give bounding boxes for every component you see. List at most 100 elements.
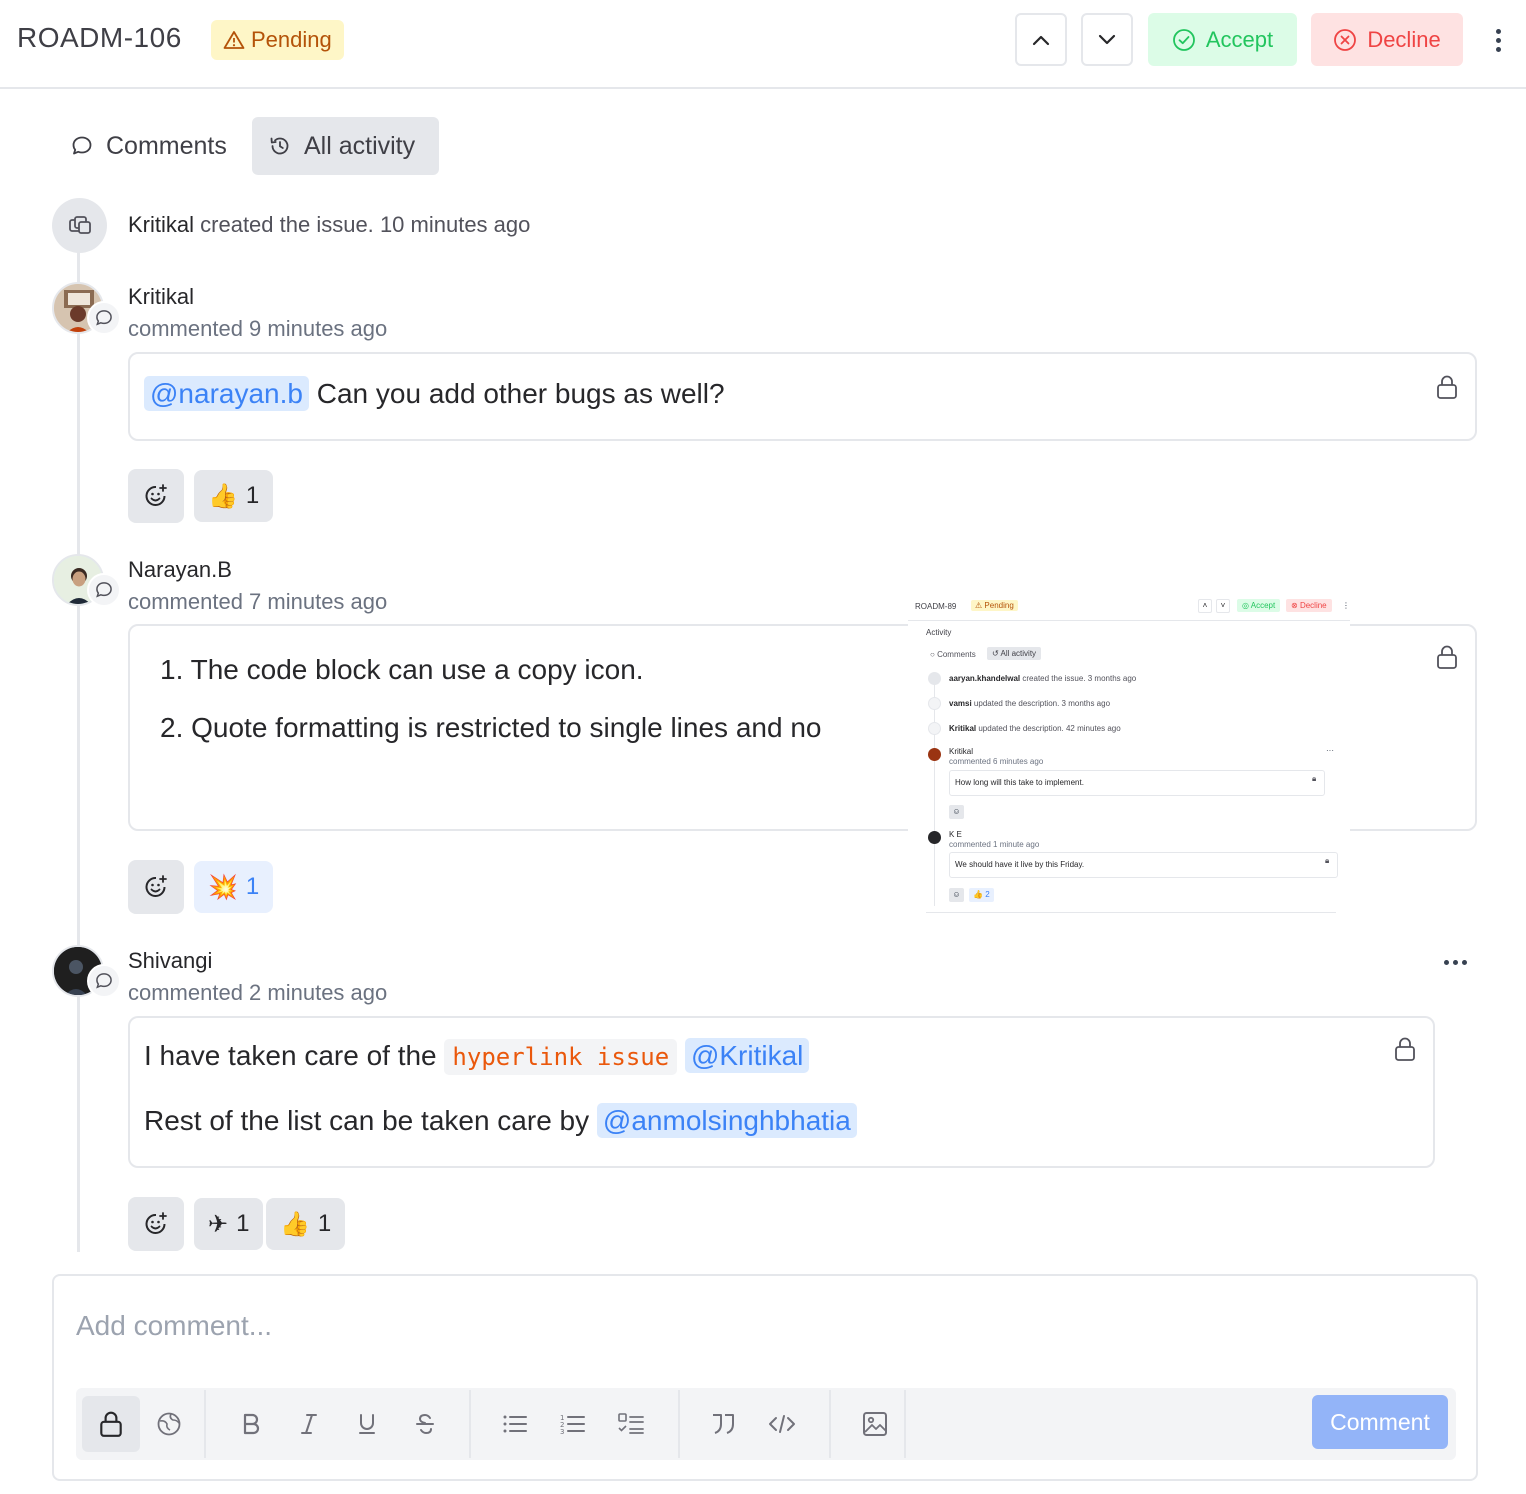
embed-chevron-down-icon: ˅ — [1216, 599, 1230, 613]
embed-entry: aaryan.khandelwal created the issue. 3 m… — [949, 674, 1137, 683]
decline-label: Decline — [1367, 26, 1441, 52]
embedded-screenshot: ROADM-89 ⚠ Pending ˄ ˅ ◎ Accept ⊗ Declin… — [908, 596, 1350, 922]
numbered-list-icon[interactable]: 123 — [544, 1396, 602, 1452]
quote-icon[interactable] — [695, 1396, 753, 1452]
bold-icon[interactable] — [222, 1396, 280, 1452]
add-reaction-button[interactable] — [128, 1197, 184, 1251]
accept-button[interactable]: Accept — [1148, 13, 1297, 66]
inline-code: hyperlink issue — [444, 1039, 678, 1075]
status-badge: Pending — [211, 20, 344, 60]
previous-issue-button[interactable] — [1015, 13, 1067, 66]
embed-section-title: Activity — [926, 628, 952, 637]
emoji-add-icon — [145, 875, 167, 897]
layers-icon — [68, 215, 91, 234]
comment-composer: Add comment... 1 2 3 Comment — [52, 1274, 1478, 1481]
text-style-group — [222, 1388, 454, 1460]
embed-comment-body: How long will this take to implement. 🔒︎ — [949, 770, 1325, 796]
embed-chevron-up-icon: ˄ — [1198, 599, 1212, 613]
media-group — [846, 1388, 904, 1460]
reaction-count: 1 — [245, 482, 260, 509]
comment-badge-icon — [87, 964, 121, 998]
comment-line: Rest of the list can be taken care by @a… — [144, 1103, 857, 1138]
reaction-chip[interactable]: 💥 1 — [194, 861, 274, 913]
timeline-line — [77, 250, 80, 1252]
comment-message: Can you add other bugs as well? — [316, 378, 725, 409]
submit-comment-button[interactable]: Comment — [1312, 1395, 1448, 1449]
mention-chip[interactable]: @Kritikal — [684, 1038, 810, 1073]
next-issue-button[interactable] — [1081, 13, 1133, 66]
mention-chip[interactable]: @anmolsinghbhatia — [596, 1103, 857, 1138]
reaction-emoji: ✈ — [208, 1210, 229, 1238]
comment-meta: commented 2 minutes ago — [128, 980, 388, 1005]
mention-chip[interactable]: @narayan.b — [144, 376, 309, 411]
comment-more-button[interactable] — [1444, 960, 1467, 965]
embed-divider — [908, 620, 1350, 621]
svg-text:3: 3 — [560, 1428, 564, 1435]
embed-avatar — [928, 831, 941, 844]
reaction-chip[interactable]: ✈ 1 — [194, 1198, 264, 1250]
lock-icon[interactable] — [1436, 374, 1458, 400]
reaction-count: 1 — [317, 1210, 332, 1237]
comment-author: Narayan.B — [128, 557, 232, 582]
reaction-chip[interactable]: 👍 1 — [266, 1198, 346, 1250]
embed-kebab-icon: ⋮ — [1342, 601, 1350, 610]
comment-input[interactable]: Add comment... — [76, 1310, 272, 1342]
checklist-icon[interactable] — [602, 1396, 660, 1452]
comment-body: I have taken care of the hyperlink issue… — [128, 1016, 1435, 1168]
issue-header: ROADM-106 Pending Accept Decline — [0, 0, 1526, 89]
list-item: 1. The code block can use a copy icon. — [160, 654, 644, 685]
comment-author: Kritikal — [128, 284, 195, 309]
comment-message: Rest of the list can be taken care by — [144, 1105, 590, 1136]
add-reaction-button[interactable] — [128, 860, 184, 914]
bullet-list-icon[interactable] — [486, 1396, 544, 1452]
embed-issue-id: ROADM-89 — [915, 602, 957, 611]
x-circle-icon — [1334, 28, 1357, 51]
tab-all-activity[interactable]: All activity — [252, 117, 439, 175]
more-options-button[interactable] — [1486, 22, 1510, 58]
decline-button[interactable]: Decline — [1311, 13, 1463, 66]
embed-add-reaction: ☺ — [949, 888, 964, 902]
issue-created-icon — [52, 198, 107, 253]
embed-comment-author: Kritikal — [949, 747, 974, 756]
emoji-add-icon — [145, 484, 167, 506]
warning-icon — [223, 31, 245, 49]
activity-text: created the issue. — [200, 212, 374, 237]
reaction-emoji: 👍 — [208, 482, 238, 510]
lock-icon[interactable] — [1394, 1036, 1416, 1062]
comment-text: @narayan.b Can you add other bugs as wel… — [144, 376, 725, 411]
strikethrough-icon[interactable] — [396, 1396, 454, 1452]
comment-meta: commented 7 minutes ago — [128, 589, 388, 614]
reaction-count: 1 — [236, 1210, 250, 1237]
embed-comment-body: We should have it live by this Friday. 🔒… — [949, 852, 1338, 878]
image-icon[interactable] — [846, 1396, 904, 1452]
comment-badge-icon — [87, 301, 121, 335]
add-reaction-button[interactable] — [128, 469, 184, 523]
tab-comments[interactable]: Comments — [54, 117, 243, 175]
reaction-chip[interactable]: 👍 1 — [194, 470, 274, 522]
embed-add-reaction: ☺ — [949, 805, 964, 819]
embed-timeline-line — [934, 678, 935, 906]
tab-all-activity-label: All activity — [304, 131, 416, 160]
toolbar-divider — [469, 1390, 471, 1458]
embed-entry-icon — [928, 672, 941, 685]
underline-icon[interactable] — [338, 1396, 396, 1452]
embed-avatar — [928, 748, 941, 761]
lock-icon[interactable] — [82, 1396, 140, 1452]
embed-entry: Kritikal updated the description. 42 min… — [949, 724, 1121, 733]
visibility-group — [82, 1388, 198, 1460]
accept-label: Accept — [1205, 26, 1274, 52]
comment-message: I have taken care of the — [144, 1040, 437, 1071]
globe-icon[interactable] — [140, 1396, 198, 1452]
issue-id: ROADM-106 — [17, 22, 182, 53]
italic-icon[interactable] — [280, 1396, 338, 1452]
comment-body: @narayan.b Can you add other bugs as wel… — [128, 352, 1477, 441]
code-icon[interactable] — [753, 1396, 811, 1452]
embed-tab-comments: ○ Comments — [930, 650, 976, 659]
check-circle-icon — [1172, 28, 1195, 51]
history-icon — [270, 137, 289, 155]
chevron-up-icon — [1032, 35, 1050, 45]
issue-created-entry: Kritikal created the issue. 10 minutes a… — [128, 212, 530, 238]
activity-user: Kritikal — [128, 212, 195, 237]
lock-icon[interactable] — [1436, 644, 1458, 670]
toolbar-divider — [204, 1390, 206, 1458]
